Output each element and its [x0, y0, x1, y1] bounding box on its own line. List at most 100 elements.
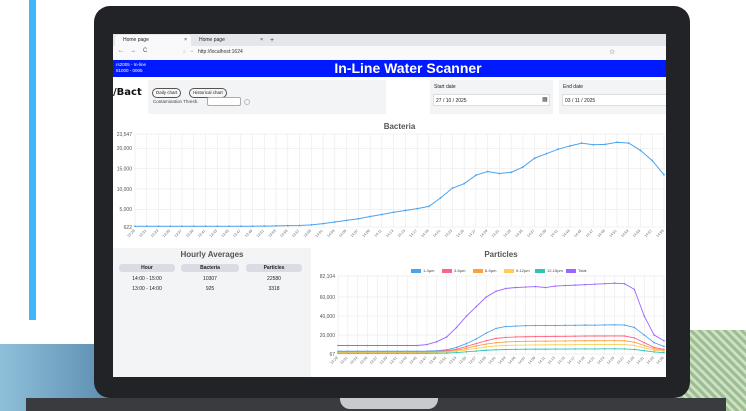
- data-point: [616, 141, 618, 144]
- shield-icon: ◌: [183, 49, 186, 55]
- data-point: [564, 284, 567, 287]
- data-point: [515, 325, 517, 327]
- laptop-notch: [340, 398, 438, 409]
- data-point: [584, 324, 586, 326]
- legend-item[interactable]: 3-6µm: [442, 268, 465, 273]
- data-point: [534, 340, 537, 343]
- data-point: [192, 225, 195, 228]
- close-icon[interactable]: ×: [260, 35, 263, 46]
- forward-icon[interactable]: →: [130, 48, 136, 54]
- browser-tab-2[interactable]: Home page ×: [191, 35, 267, 46]
- legend-swatch: [473, 268, 483, 273]
- data-point: [380, 213, 383, 216]
- data-point: [357, 217, 360, 220]
- data-point: [554, 340, 557, 342]
- contamination-toggle[interactable]: [244, 99, 250, 105]
- tab-label: Home page: [123, 37, 149, 43]
- data-point: [369, 215, 372, 218]
- legend-item[interactable]: 6-9µm: [473, 268, 496, 273]
- data-point: [663, 173, 665, 176]
- calendar-icon[interactable]: ▦: [542, 96, 548, 103]
- data-point: [613, 282, 616, 285]
- data-point: [623, 335, 626, 337]
- data-point: [463, 182, 466, 185]
- data-point: [169, 225, 172, 228]
- data-point: [298, 224, 301, 227]
- data-point: [337, 352, 339, 355]
- data-point: [505, 325, 507, 328]
- data-point: [653, 351, 655, 353]
- data-point: [574, 335, 576, 337]
- legend-item[interactable]: 9-12µm: [504, 268, 530, 273]
- particles-panel: Particles 82,104 60,000 40,000 20,000 67 13:29…: [311, 248, 666, 377]
- legend-label: 1-3µm: [423, 268, 435, 273]
- data-point: [495, 348, 497, 351]
- y-tick-label: 23,547: [117, 132, 133, 138]
- data-point: [475, 350, 478, 352]
- table-cell: 14:00 - 15:00: [132, 276, 162, 282]
- y-tick-label: 15,000: [117, 166, 133, 172]
- x-tick-label: 13:41: [197, 229, 206, 238]
- data-point: [584, 335, 586, 337]
- browser-tab-1[interactable]: Home page ×: [115, 35, 191, 46]
- data-point: [495, 345, 497, 347]
- new-tab-icon[interactable]: +: [270, 35, 274, 46]
- data-point: [554, 348, 557, 350]
- data-point: [505, 344, 507, 347]
- x-tick-label: 14:27: [616, 356, 625, 365]
- data-point: [286, 224, 289, 227]
- x-tick-label: 13:55: [279, 229, 288, 238]
- data-point: [574, 340, 576, 342]
- data-point: [544, 340, 547, 342]
- data-point: [204, 225, 207, 228]
- x-tick-label: 14:09: [527, 356, 536, 365]
- legend-item[interactable]: Total: [566, 268, 586, 273]
- data-point: [392, 211, 395, 214]
- x-tick-label: 14:13: [547, 356, 556, 365]
- x-tick-label: 14:01: [488, 356, 497, 365]
- data-point: [406, 344, 408, 347]
- daily-chart-button[interactable]: Daily chart: [152, 88, 182, 98]
- contamination-input[interactable]: [207, 97, 241, 106]
- url-input[interactable]: http://localhost:1624: [198, 49, 243, 55]
- x-tick-label: 13:57: [291, 229, 300, 238]
- end-date-box: End date 03 / 11 / 2025: [559, 80, 666, 114]
- x-tick-label: 13:31: [138, 229, 147, 238]
- data-point: [580, 142, 583, 145]
- data-point: [633, 348, 636, 351]
- x-tick-label: 14:49: [597, 229, 606, 238]
- x-tick-label: 14:31: [491, 229, 500, 238]
- data-point: [533, 157, 536, 160]
- legend-item[interactable]: 1-3µm: [411, 268, 434, 273]
- y-tick-label: 5,000: [119, 207, 132, 213]
- x-tick-label: 14:11: [537, 356, 546, 365]
- data-point: [515, 340, 517, 343]
- data-point: [564, 324, 567, 327]
- data-point: [544, 335, 547, 338]
- data-point: [594, 283, 596, 285]
- data-point: [485, 343, 487, 345]
- data-point: [544, 286, 547, 289]
- data-point: [534, 348, 537, 350]
- data-point: [216, 225, 219, 228]
- data-point: [386, 352, 389, 355]
- back-icon[interactable]: ←: [118, 48, 124, 54]
- bookmark-star-icon[interactable]: ☆: [609, 48, 615, 56]
- data-point: [465, 315, 468, 317]
- legend-swatch: [411, 268, 421, 273]
- data-point: [498, 172, 501, 175]
- data-point: [594, 343, 596, 346]
- x-tick-label: 14:09: [362, 229, 371, 238]
- data-point: [524, 344, 527, 346]
- x-tick-label: 13:53: [268, 229, 277, 238]
- bacteria-chart: Bacteria23,54720,00015,00010,0005,000622…: [117, 122, 665, 238]
- series-line-bacteria: [135, 141, 665, 227]
- x-tick-label: 13:51: [256, 229, 265, 238]
- legend-label: 12-15µm: [547, 268, 563, 273]
- data-point: [145, 225, 148, 228]
- bacteria-panel: Bacteria 23,547 20,000 15,000 10,000 5,000 622…: [113, 120, 666, 248]
- close-icon[interactable]: ×: [184, 35, 187, 46]
- legend-item[interactable]: 12-15µm: [535, 268, 563, 273]
- legend-swatch: [535, 268, 545, 273]
- reload-icon[interactable]: C: [143, 48, 147, 54]
